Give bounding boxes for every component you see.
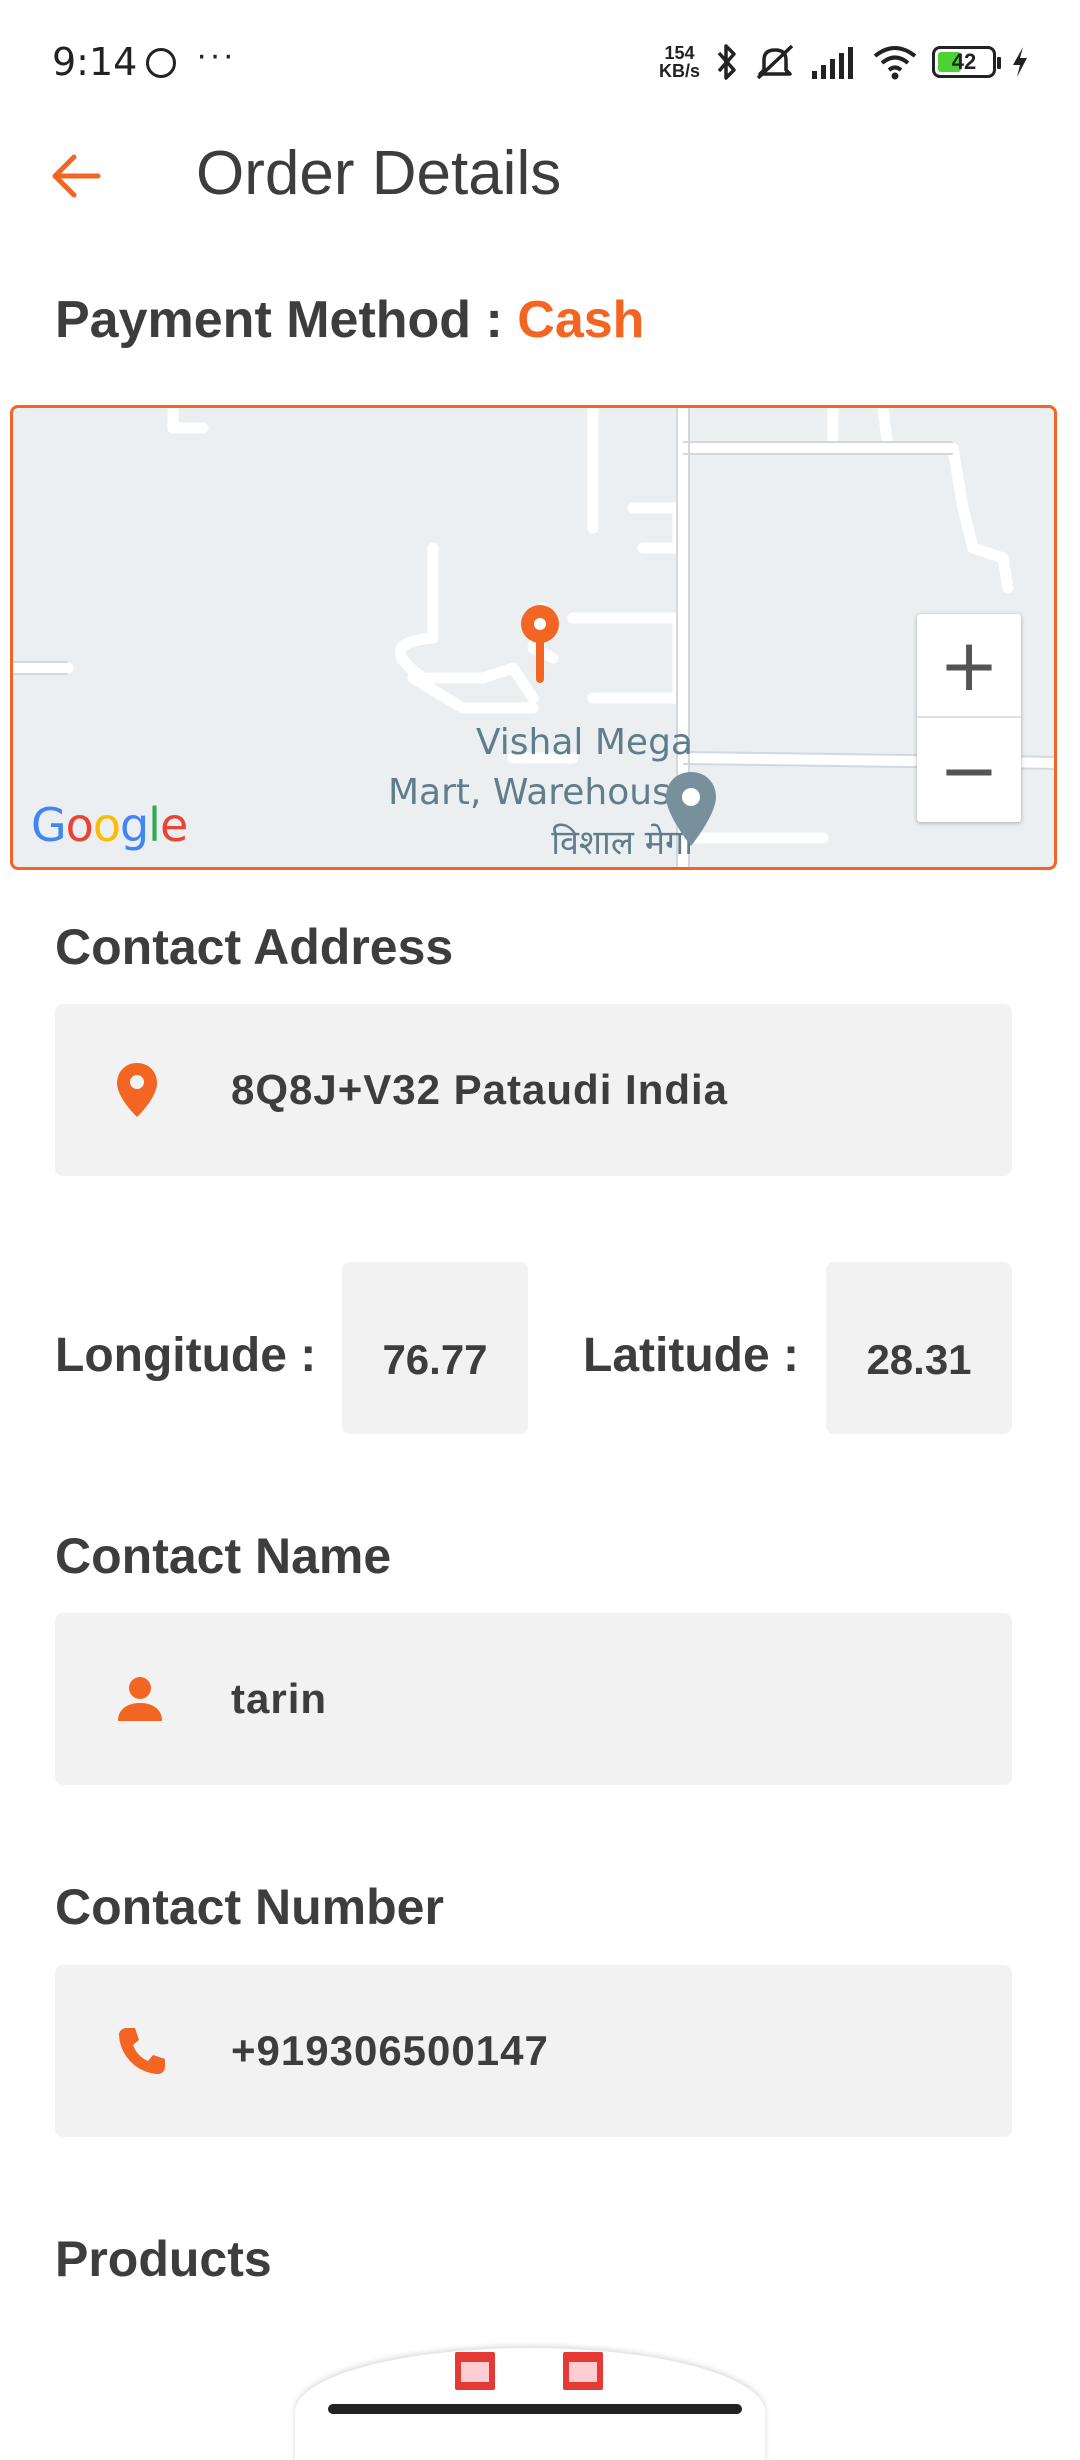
- contact-address-field: 8Q8J+V32 Pataudi India: [55, 1004, 1012, 1176]
- signal-icon: [812, 47, 853, 79]
- contact-name-title: Contact Name: [55, 1528, 392, 1584]
- zoom-in-button[interactable]: +: [917, 614, 1021, 718]
- contact-address-title: Contact Address: [55, 919, 454, 975]
- map-view[interactable]: Vishal Mega Mart, Warehouse विशाल मेगा +…: [10, 405, 1057, 870]
- phone-icon: [115, 2024, 211, 2078]
- net-speed: 154 KB/s: [659, 44, 700, 80]
- status-time: 9:14: [52, 40, 138, 84]
- battery-level: 42: [951, 49, 977, 74]
- map-place-line2: Mart, Warehouse: [388, 772, 693, 813]
- contact-address-value: 8Q8J+V32 Pataudi India: [231, 1066, 729, 1113]
- latitude-label: Latitude :: [583, 1329, 799, 1382]
- face-icon: [146, 48, 176, 78]
- longitude-label: Longitude :: [55, 1329, 317, 1382]
- mute-icon: [756, 44, 794, 80]
- map-place-line3: विशाल मेगा: [551, 823, 693, 863]
- longitude-value: 76.77: [342, 1262, 528, 1434]
- map-marker-icon: [521, 605, 559, 683]
- zoom-out-button[interactable]: −: [917, 718, 1021, 822]
- place-pin-icon: [666, 772, 716, 846]
- status-bar: 9:14 ··· 154 KB/s 42: [0, 0, 1080, 128]
- contact-number-title: Contact Number: [55, 1879, 444, 1935]
- contact-name-value: tarin: [231, 1675, 328, 1722]
- product-image-detail: [563, 2352, 603, 2390]
- products-title: Products: [55, 2231, 272, 2287]
- arrow-left-icon: [52, 154, 101, 198]
- wifi-icon: [873, 46, 917, 80]
- net-speed-unit: KB/s: [658, 61, 700, 81]
- contact-number-field: +919306500147: [55, 1965, 1012, 2137]
- payment-method: Payment Method : Cash: [55, 290, 644, 350]
- charging-icon: [1013, 47, 1027, 77]
- bluetooth-icon: [717, 44, 736, 80]
- map-place-line1: Vishal Mega: [475, 722, 693, 763]
- more-notifications-icon: ···: [196, 36, 236, 74]
- latitude-value: 28.31: [826, 1262, 1012, 1434]
- map-zoom-controls: + −: [917, 614, 1021, 822]
- back-button[interactable]: [40, 140, 112, 212]
- battery-icon: 42: [932, 46, 1001, 78]
- net-speed-value: 154: [664, 43, 695, 63]
- payment-method-value: Cash: [517, 291, 645, 349]
- page-title: Order Details: [196, 139, 562, 208]
- person-icon: [115, 1674, 211, 1724]
- status-icons: 154 KB/s 42: [659, 40, 1030, 84]
- product-image-detail: [455, 2352, 495, 2390]
- google-logo: Google: [31, 798, 188, 852]
- contact-name-field: tarin: [55, 1613, 1012, 1785]
- payment-method-label: Payment Method :: [55, 291, 518, 349]
- location-pin-icon: [115, 1061, 211, 1119]
- map-place-label: Vishal Mega Mart, Warehouse विशाल मेगा: [353, 718, 693, 867]
- home-indicator[interactable]: [328, 2404, 742, 2414]
- contact-number-value: +919306500147: [231, 2027, 549, 2074]
